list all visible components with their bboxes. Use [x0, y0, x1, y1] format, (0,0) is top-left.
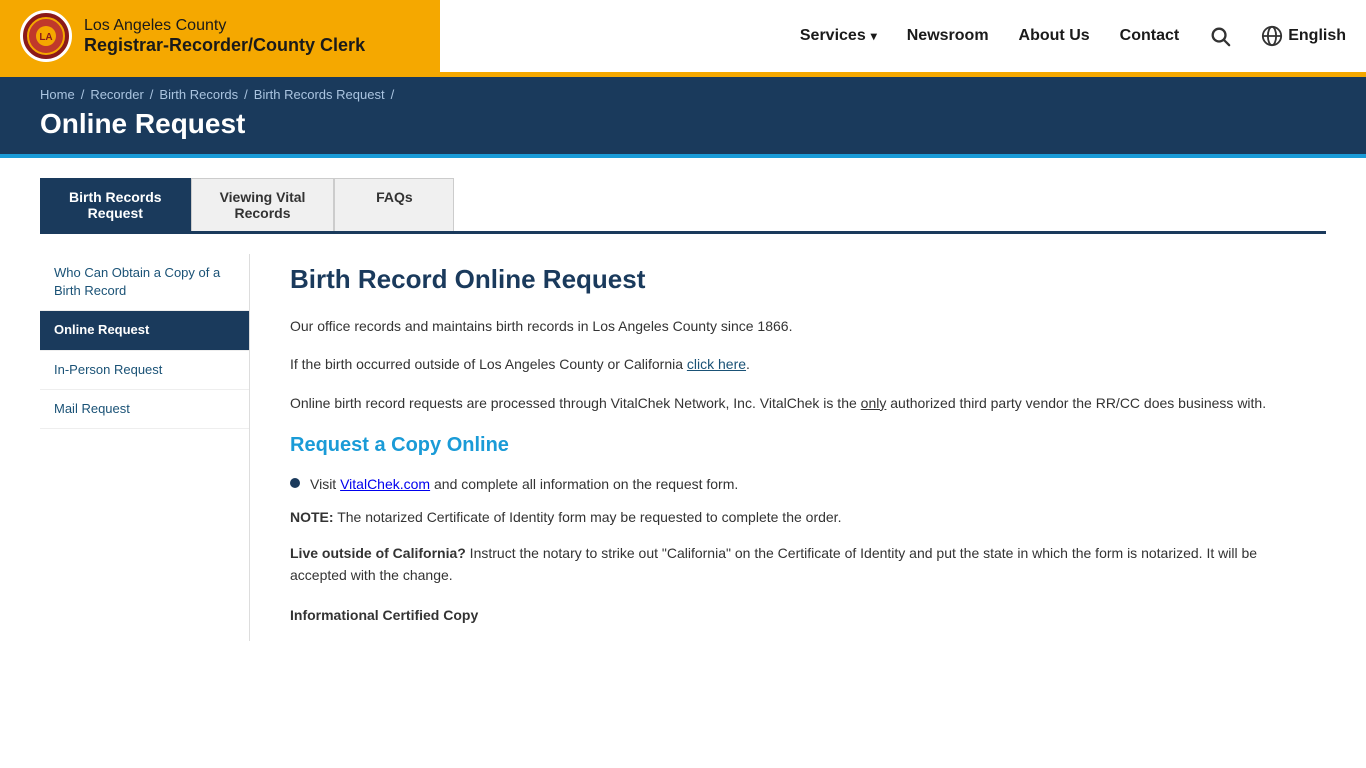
- search-icon: [1209, 25, 1231, 47]
- tab-viewing-vital-records[interactable]: Viewing VitalRecords: [191, 178, 335, 231]
- sub-section-informational: Informational Certified Copy: [290, 607, 1286, 623]
- para-1: Our office records and maintains birth r…: [290, 315, 1286, 337]
- main-container: Birth RecordsRequest Viewing VitalRecord…: [0, 158, 1366, 661]
- bullet-text: Visit VitalChek.com and complete all inf…: [310, 473, 738, 495]
- nav-services[interactable]: Services ▾: [800, 27, 877, 45]
- breadcrumb-recorder[interactable]: Recorder: [90, 87, 143, 102]
- note-2-strong: Live outside of California?: [290, 545, 466, 561]
- para-2-prefix: If the birth occurred outside of Los Ang…: [290, 356, 687, 372]
- click-here-link[interactable]: click here: [687, 356, 746, 372]
- section-title-copy-online: Request a Copy Online: [290, 434, 1286, 457]
- tab-birth-records-request[interactable]: Birth RecordsRequest: [40, 178, 191, 231]
- breadcrumb-sep-4: /: [391, 87, 395, 102]
- nav-about-us[interactable]: About Us: [1019, 27, 1090, 45]
- globe-icon: [1261, 25, 1283, 47]
- language-selector[interactable]: English: [1261, 25, 1346, 47]
- para-2: If the birth occurred outside of Los Ang…: [290, 353, 1286, 375]
- breadcrumb: Home / Recorder / Birth Records / Birth …: [40, 87, 1326, 102]
- logo-area: LA Los Angeles County Registrar-Recorder…: [0, 0, 440, 72]
- content-area: Who Can Obtain a Copy of a Birth Record …: [40, 254, 1326, 641]
- bullet-dot: [290, 478, 300, 488]
- nav-newsroom[interactable]: Newsroom: [907, 27, 989, 45]
- page-title: Online Request: [40, 108, 1326, 140]
- county-seal: LA: [20, 10, 72, 62]
- note-2: Live outside of California? Instruct the…: [290, 542, 1286, 587]
- vitalchek-link[interactable]: VitalChek.com: [340, 476, 430, 492]
- breadcrumb-sep-3: /: [244, 87, 248, 102]
- para-3-text: Online birth record requests are process…: [290, 395, 861, 411]
- breadcrumb-home[interactable]: Home: [40, 87, 75, 102]
- breadcrumb-sep-2: /: [150, 87, 154, 102]
- note-1-text: The notarized Certificate of Identity fo…: [334, 509, 842, 525]
- chevron-down-icon: ▾: [871, 29, 877, 43]
- main-content: Birth Record Online Request Our office r…: [250, 254, 1326, 641]
- content-title: Birth Record Online Request: [290, 264, 1286, 295]
- breadcrumb-section: Home / Recorder / Birth Records / Birth …: [0, 77, 1366, 154]
- breadcrumb-birth-records[interactable]: Birth Records: [159, 87, 238, 102]
- breadcrumb-sep-1: /: [81, 87, 85, 102]
- sidebar-item-in-person-request[interactable]: In-Person Request: [40, 351, 249, 390]
- only-text: only: [861, 395, 887, 411]
- para-3-suffix: authorized third party vendor the RR/CC …: [886, 395, 1266, 411]
- svg-text:LA: LA: [39, 32, 52, 43]
- logo-text: Los Angeles County Registrar-Recorder/Co…: [84, 17, 365, 56]
- sidebar: Who Can Obtain a Copy of a Birth Record …: [40, 254, 250, 641]
- sidebar-item-online-request[interactable]: Online Request: [40, 311, 249, 350]
- site-header: LA Los Angeles County Registrar-Recorder…: [0, 0, 1366, 77]
- search-button[interactable]: [1209, 25, 1231, 47]
- main-nav: Services ▾ Newsroom About Us Contact: [440, 0, 1366, 72]
- county-name: Los Angeles County: [84, 17, 365, 35]
- tab-bar: Birth RecordsRequest Viewing VitalRecord…: [40, 178, 1326, 234]
- bullet-item-vitalchek: Visit VitalChek.com and complete all inf…: [290, 473, 1286, 495]
- breadcrumb-birth-records-request[interactable]: Birth Records Request: [254, 87, 385, 102]
- para-3: Online birth record requests are process…: [290, 392, 1286, 414]
- sidebar-item-mail-request[interactable]: Mail Request: [40, 390, 249, 429]
- nav-contact[interactable]: Contact: [1120, 27, 1180, 45]
- sidebar-item-who-can-obtain[interactable]: Who Can Obtain a Copy of a Birth Record: [40, 254, 249, 311]
- note-1-strong: NOTE:: [290, 509, 334, 525]
- tab-faqs[interactable]: FAQs: [334, 178, 454, 231]
- dept-name: Registrar-Recorder/County Clerk: [84, 35, 365, 56]
- para-2-suffix: .: [746, 356, 750, 372]
- note-1: NOTE: The notarized Certificate of Ident…: [290, 506, 1286, 528]
